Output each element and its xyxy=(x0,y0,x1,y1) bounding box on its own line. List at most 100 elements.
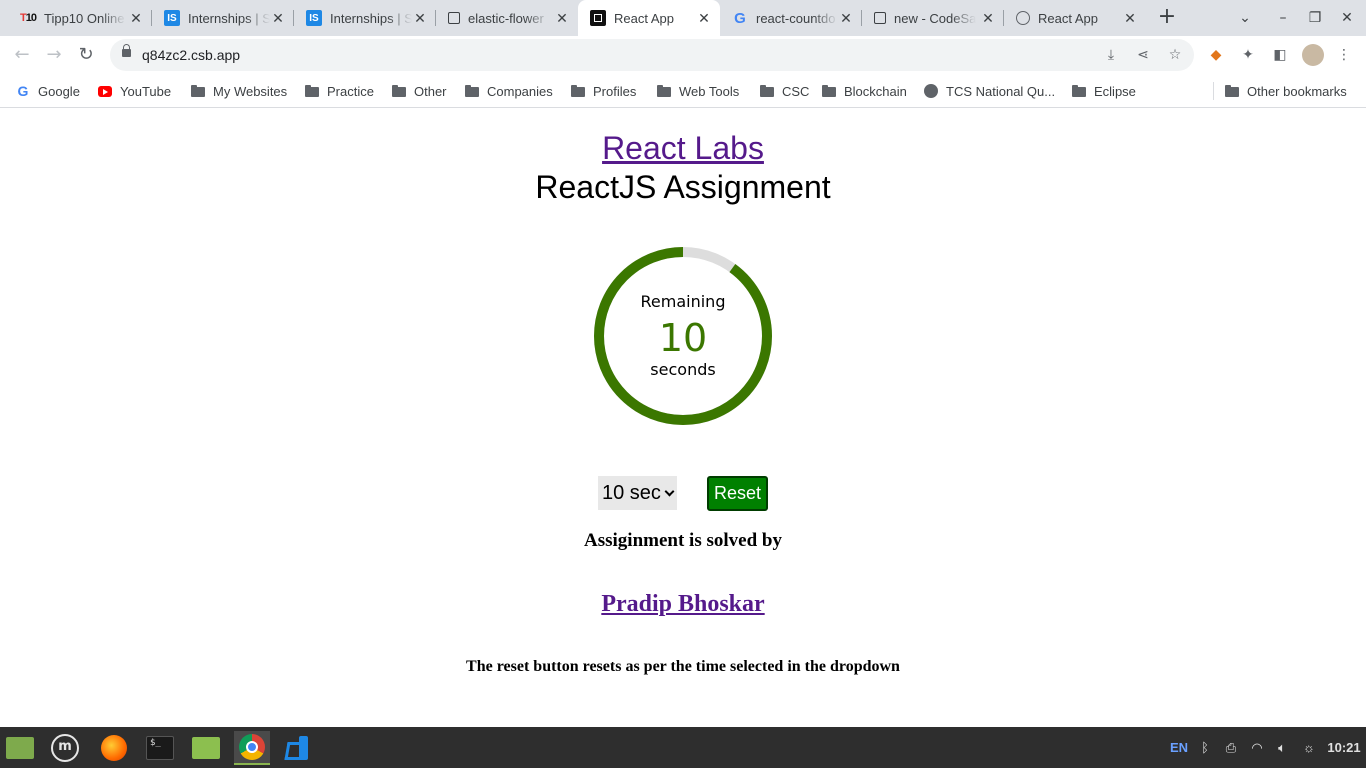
close-tab-icon[interactable]: ✕ xyxy=(1122,10,1138,26)
youtube-icon xyxy=(98,86,112,97)
globe-icon xyxy=(1016,11,1030,25)
terminal-launcher[interactable]: $_ xyxy=(143,731,177,765)
bookmark-csc[interactable]: CSC xyxy=(760,82,809,100)
firefox-launcher[interactable] xyxy=(97,731,131,765)
folder-icon xyxy=(571,85,585,97)
folder-icon xyxy=(305,85,319,97)
avatar[interactable] xyxy=(1302,44,1324,66)
tab-title: react-countdo xyxy=(756,10,836,26)
folder-icon xyxy=(1072,85,1086,97)
install-app-icon[interactable]: ⤓ xyxy=(1102,46,1120,64)
globe-icon xyxy=(924,84,938,98)
tipp10-icon: T 10 xyxy=(20,12,37,24)
tab-search-icon[interactable]: ⌄ xyxy=(1235,8,1255,28)
bookmark-google[interactable]: G Google xyxy=(16,82,80,100)
tab-title: Internships | S xyxy=(188,10,270,26)
tab-react-app[interactable]: React App ✕ xyxy=(1004,0,1146,36)
close-tab-icon[interactable]: ✕ xyxy=(128,10,144,26)
close-tab-icon[interactable]: ✕ xyxy=(554,10,570,26)
mint-menu-button[interactable]: m xyxy=(48,731,82,765)
duration-select[interactable]: 10 sec xyxy=(598,476,677,510)
wifi-icon[interactable]: ◠ xyxy=(1248,739,1266,757)
menu-icon[interactable]: ⋮ xyxy=(1335,46,1353,64)
brightness-icon[interactable]: ☼ xyxy=(1299,739,1319,757)
back-icon[interactable]: ← xyxy=(10,43,34,67)
show-desktop-button[interactable] xyxy=(3,731,37,765)
timer-value: 10 xyxy=(658,316,708,360)
close-tab-icon[interactable]: ✕ xyxy=(838,10,854,26)
bookmark-eclipse[interactable]: Eclipse xyxy=(1072,82,1136,100)
printer-icon[interactable]: ⎙ xyxy=(1222,739,1240,757)
tab-internships-2[interactable]: IS Internships | S ✕ xyxy=(294,0,436,36)
file-manager-launcher[interactable] xyxy=(189,731,223,765)
browser-toolbar: ← → ↻ q84zc2.csb.app ⤓ ⋖ ☆ ◆ ✦ ◧ ⋮ xyxy=(0,36,1366,74)
tab-new-codesandbox[interactable]: new - CodeSa ✕ xyxy=(862,0,1004,36)
folder-icon xyxy=(760,85,774,97)
reload-icon[interactable]: ↻ xyxy=(74,43,98,67)
lock-icon[interactable] xyxy=(122,44,131,57)
url-text[interactable]: q84zc2.csb.app xyxy=(142,47,240,63)
reset-note: The reset button resets as per the time … xyxy=(466,658,900,675)
bookmark-my-websites[interactable]: My Websites xyxy=(191,82,287,100)
chevron-down-icon xyxy=(664,486,675,497)
volume-icon[interactable]: 🔈︎ xyxy=(1273,739,1291,757)
extensions-icon[interactable]: ✦ xyxy=(1239,46,1257,64)
timer-unit: seconds xyxy=(650,360,716,379)
author-link[interactable]: Pradip Bhoskar xyxy=(601,591,764,617)
close-tab-icon[interactable]: ✕ xyxy=(980,10,996,26)
tab-internships-1[interactable]: IS Internships | S ✕ xyxy=(152,0,294,36)
reset-button[interactable]: Reset xyxy=(707,476,768,511)
folder-icon xyxy=(191,85,205,97)
mint-menu-icon: m xyxy=(51,734,79,762)
folder-icon xyxy=(822,85,836,97)
close-tab-icon[interactable]: ✕ xyxy=(412,10,428,26)
clock[interactable]: 10:21 xyxy=(1325,739,1363,757)
internshala-icon: IS xyxy=(164,10,180,26)
bluetooth-icon[interactable]: ᛒ xyxy=(1198,739,1212,757)
bookmark-youtube[interactable]: YouTube xyxy=(98,82,171,100)
bookmark-other-bookmarks[interactable]: Other bookmarks xyxy=(1225,82,1347,100)
keyboard-layout[interactable]: EN xyxy=(1168,739,1190,757)
page-content: React Labs ReactJS Assignment Remaining … xyxy=(0,109,1366,727)
bookmark-tcs-national[interactable]: TCS National Qu... xyxy=(924,82,1055,100)
tab-title: Internships | S xyxy=(330,10,412,26)
tab-title: Tipp10 Online xyxy=(44,10,125,26)
google-icon: G xyxy=(734,9,746,27)
terminal-icon: $_ xyxy=(146,736,174,760)
bookmark-companies[interactable]: Companies xyxy=(465,82,553,100)
tab-title: new - CodeSa xyxy=(894,10,976,26)
bookmark-blockchain[interactable]: Blockchain xyxy=(822,82,907,100)
close-window-icon[interactable]: ✕ xyxy=(1337,8,1357,28)
minimize-icon[interactable]: – xyxy=(1273,8,1293,28)
codesandbox-icon xyxy=(448,12,460,24)
bookmark-web-tools[interactable]: Web Tools xyxy=(657,82,739,100)
timer-label: Remaining xyxy=(640,292,726,311)
close-tab-icon[interactable]: ✕ xyxy=(270,10,286,26)
internshala-icon: IS xyxy=(306,10,322,26)
forward-icon[interactable]: → xyxy=(42,43,66,67)
side-panel-icon[interactable]: ◧ xyxy=(1271,46,1289,64)
tab-react-app-active[interactable]: React App ✕ xyxy=(578,0,720,36)
bookmark-profiles[interactable]: Profiles xyxy=(571,82,636,100)
bookmark-star-icon[interactable]: ☆ xyxy=(1166,46,1184,64)
bookmark-practice[interactable]: Practice xyxy=(305,82,374,100)
page-title: ReactJS Assignment xyxy=(535,169,831,205)
close-tab-icon[interactable]: ✕ xyxy=(696,10,712,26)
react-labs-link[interactable]: React Labs xyxy=(602,130,764,166)
share-icon[interactable]: ⋖ xyxy=(1134,46,1152,64)
restore-icon[interactable]: ❐ xyxy=(1305,8,1325,28)
vscode-launcher[interactable] xyxy=(280,731,314,765)
bookmark-other[interactable]: Other xyxy=(392,82,447,100)
address-bar[interactable]: q84zc2.csb.app ⤓ ⋖ ☆ xyxy=(110,39,1194,71)
folder-icon xyxy=(465,85,479,97)
tab-react-countdown[interactable]: G react-countdo ✕ xyxy=(720,0,862,36)
chrome-launcher[interactable] xyxy=(234,731,270,765)
metamask-icon[interactable]: ◆ xyxy=(1207,46,1225,64)
folder-icon xyxy=(1225,85,1239,97)
tab-elastic-flower[interactable]: elastic-flower ✕ xyxy=(436,0,578,36)
file-manager-icon xyxy=(192,737,220,759)
tab-tipp10[interactable]: T 10 Tipp10 Online ✕ xyxy=(8,0,152,36)
vscode-icon xyxy=(284,735,310,761)
solved-by-heading: Assiginment is solved by xyxy=(584,530,782,551)
new-tab-button[interactable]: + xyxy=(1156,6,1178,29)
